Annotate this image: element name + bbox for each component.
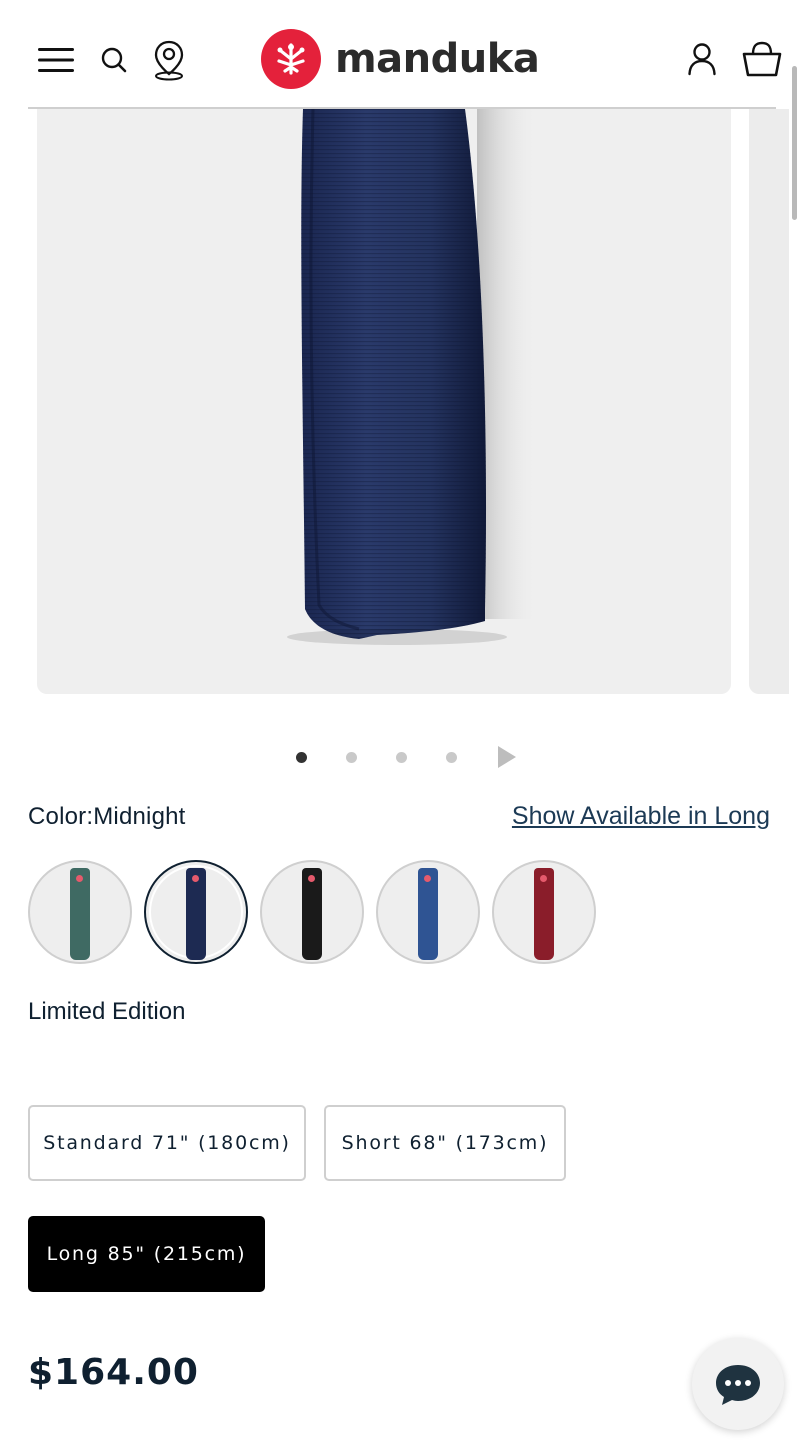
gallery-dot-1[interactable]	[296, 751, 307, 763]
swatch-green[interactable]	[28, 860, 132, 964]
search-button[interactable]	[98, 44, 130, 76]
swatch-mat-red	[534, 868, 554, 960]
size-option-long[interactable]: Long 85" (215cm)	[28, 1216, 265, 1292]
menu-button[interactable]	[36, 40, 76, 80]
chat-button[interactable]	[692, 1338, 784, 1430]
swatch-red[interactable]	[492, 860, 596, 964]
swatch-black[interactable]	[260, 860, 364, 964]
search-icon	[101, 47, 127, 73]
account-button[interactable]	[684, 40, 720, 78]
mat-logo-dot	[76, 875, 83, 882]
show-available-in-long-link[interactable]: Show Available in Long	[512, 802, 770, 831]
site-header: manduka	[0, 0, 804, 109]
cart-button[interactable]	[740, 38, 784, 80]
play-video-icon[interactable]	[498, 746, 516, 768]
swatch-midnight[interactable]	[144, 860, 248, 964]
product-image-gallery[interactable]	[0, 109, 804, 695]
edition-label: Limited Edition	[28, 998, 186, 1025]
swatch-mat-black	[302, 868, 322, 960]
chat-bubble-icon	[716, 1365, 760, 1405]
mat-logo-dot	[192, 875, 199, 882]
size-option-standard[interactable]: Standard 71" (180cm)	[28, 1105, 306, 1181]
selected-color-label: Color:Midnight	[28, 803, 186, 830]
product-image-midnight-mat[interactable]	[37, 109, 731, 694]
gallery-dot-3[interactable]	[396, 751, 407, 763]
gallery-dot-4[interactable]	[446, 751, 457, 763]
swatch-blue[interactable]	[376, 860, 480, 964]
brand-name: manduka	[335, 36, 540, 82]
account-icon	[688, 43, 716, 76]
swatch-mat-blue	[418, 868, 438, 960]
mat-logo-dot	[540, 875, 547, 882]
mat-logo-dot	[424, 875, 431, 882]
store-locator-icon	[154, 40, 184, 81]
page-scrollbar[interactable]	[792, 66, 797, 220]
store-locator-button[interactable]	[150, 38, 188, 82]
rolled-mat-image	[287, 109, 537, 645]
menu-icon	[38, 48, 74, 72]
swatch-mat-green	[70, 868, 90, 960]
brand-logo[interactable]: manduka	[261, 29, 540, 89]
cart-icon	[742, 41, 782, 77]
manduka-emblem-icon	[261, 29, 321, 89]
gallery-dot-2[interactable]	[346, 751, 357, 763]
gallery-pagination	[296, 746, 516, 768]
swatch-mat-midnight	[186, 868, 206, 960]
next-product-image-preview[interactable]	[749, 109, 789, 694]
mat-logo-dot	[308, 875, 315, 882]
size-option-short[interactable]: Short 68" (173cm)	[324, 1105, 566, 1181]
color-swatches	[28, 860, 608, 964]
product-price: $164.00	[28, 1352, 199, 1393]
